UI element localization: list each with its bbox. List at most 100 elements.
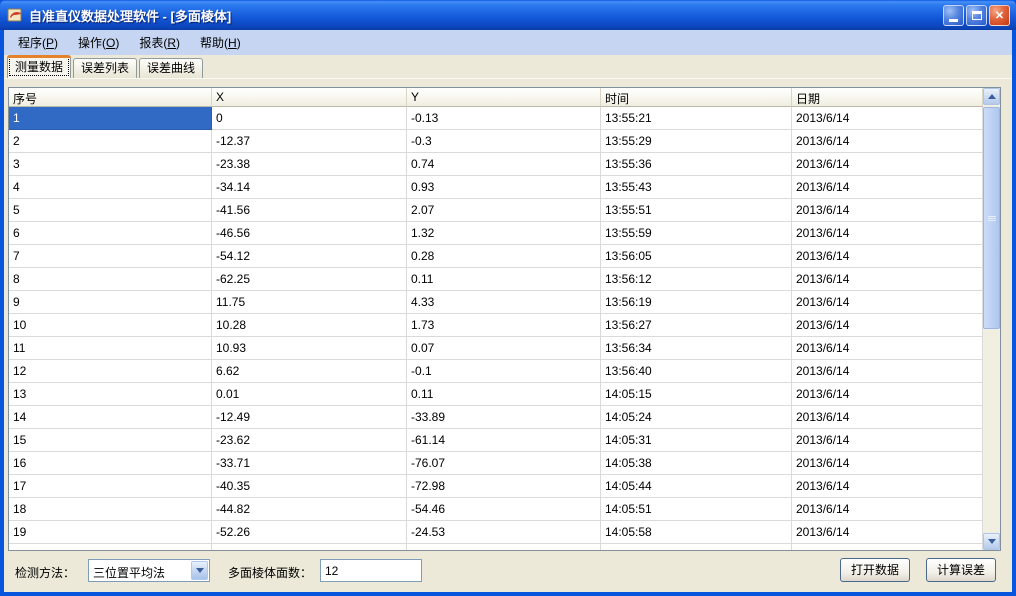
table-cell[interactable]: 14:05:44 [601, 475, 792, 498]
table-cell[interactable]: 14:05:15 [601, 383, 792, 406]
table-row[interactable]: 130.010.1114:05:152013/6/14 [9, 383, 983, 406]
table-cell[interactable]: 2.07 [407, 199, 601, 222]
column-header-0[interactable]: 序号 [9, 88, 212, 107]
table-cell[interactable]: 14:05:38 [601, 452, 792, 475]
minimize-button[interactable] [943, 5, 964, 26]
table-cell[interactable]: 16 [9, 452, 212, 475]
table-cell[interactable]: 13:55:59 [601, 222, 792, 245]
table-cell[interactable]: 0.74 [407, 153, 601, 176]
table-row[interactable]: 19-52.26-24.5314:05:582013/6/14 [9, 521, 983, 544]
table-cell[interactable]: -52.26 [212, 521, 407, 544]
table-cell[interactable]: 14:05:24 [601, 406, 792, 429]
tab-error-curve[interactable]: 误差曲线 [139, 58, 203, 78]
tab-measure-data[interactable]: 测量数据 [7, 55, 71, 78]
table-cell[interactable]: 5 [9, 199, 212, 222]
table-cell[interactable]: 2013/6/14 [792, 475, 983, 498]
menu-item-program[interactable]: 程序(P) [8, 30, 68, 55]
table-cell[interactable]: -12.49 [212, 406, 407, 429]
table-row[interactable]: 4-34.140.9313:55:432013/6/14 [9, 176, 983, 199]
close-button[interactable]: ✕ [989, 5, 1010, 26]
table-cell[interactable]: -61.14 [407, 429, 601, 452]
table-cell[interactable]: 10 [9, 314, 212, 337]
table-cell[interactable]: 8 [9, 268, 212, 291]
faces-count-input[interactable] [320, 559, 422, 582]
table-cell[interactable]: 14:05:31 [601, 429, 792, 452]
table-cell[interactable]: 4.33 [407, 291, 601, 314]
table-row[interactable]: 5-41.562.0713:55:512013/6/14 [9, 199, 983, 222]
table-cell[interactable]: 0.46 [407, 544, 601, 550]
table-cell[interactable]: 13:55:36 [601, 153, 792, 176]
table-row[interactable]: 17-40.35-72.9814:05:442013/6/14 [9, 475, 983, 498]
table-cell[interactable]: 9 [9, 291, 212, 314]
table-cell[interactable]: 2013/6/14 [792, 429, 983, 452]
table-cell[interactable]: 13:56:12 [601, 268, 792, 291]
table-cell[interactable]: 14 [9, 406, 212, 429]
scrollbar-thumb[interactable] [983, 107, 1000, 329]
table-cell[interactable]: 0 [212, 107, 407, 130]
table-cell[interactable]: -0.1 [407, 360, 601, 383]
table-cell[interactable]: -72.98 [407, 475, 601, 498]
table-cell[interactable]: 11.75 [212, 291, 407, 314]
table-cell[interactable]: -34.14 [212, 176, 407, 199]
table-cell[interactable]: 1 [9, 107, 212, 130]
table-cell[interactable]: 2013/6/14 [792, 268, 983, 291]
table-cell[interactable]: 0.11 [407, 268, 601, 291]
combobox-dropdown-button[interactable] [191, 561, 208, 580]
table-cell[interactable]: 2013/6/14 [792, 222, 983, 245]
table-cell[interactable]: -76.07 [407, 452, 601, 475]
table-cell[interactable]: 2013/6/14 [792, 107, 983, 130]
table-cell[interactable]: 2 [9, 130, 212, 153]
menu-item-report[interactable]: 报表(R) [129, 30, 190, 55]
table-cell[interactable]: 1.32 [407, 222, 601, 245]
table-cell[interactable]: 10.93 [212, 337, 407, 360]
table-cell[interactable]: -44.82 [212, 498, 407, 521]
column-header-2[interactable]: Y [407, 88, 601, 107]
table-cell[interactable]: 2013/6/14 [792, 130, 983, 153]
table-cell[interactable]: 2013/6/14 [792, 176, 983, 199]
table-cell[interactable]: 0.93 [407, 176, 601, 199]
table-cell[interactable]: -23.62 [212, 429, 407, 452]
column-header-1[interactable]: X [212, 88, 407, 107]
scroll-up-button[interactable] [983, 88, 1000, 105]
table-cell[interactable]: 13:56:05 [601, 245, 792, 268]
table-cell[interactable]: 2013/6/14 [792, 498, 983, 521]
table-cell[interactable]: 13:55:51 [601, 199, 792, 222]
table-cell[interactable]: 6.62 [212, 360, 407, 383]
table-cell[interactable]: 15 [9, 429, 212, 452]
table-cell[interactable]: 0.07 [407, 337, 601, 360]
tab-error-list[interactable]: 误差列表 [73, 58, 137, 78]
table-cell[interactable]: 13:56:27 [601, 314, 792, 337]
table-cell[interactable]: 0.11 [407, 383, 601, 406]
table-cell[interactable]: 0.01 [212, 383, 407, 406]
table-cell[interactable]: -0.3 [407, 130, 601, 153]
table-cell[interactable]: 2013/6/14 [792, 360, 983, 383]
table-cell[interactable]: 2013/6/14 [792, 544, 983, 550]
table-row[interactable]: 1110.930.0713:56:342013/6/14 [9, 337, 983, 360]
table-cell[interactable]: -12.37 [212, 130, 407, 153]
table-cell[interactable]: -40.35 [212, 475, 407, 498]
table-cell[interactable]: 2013/6/14 [792, 383, 983, 406]
calc-error-button[interactable]: 计算误差 [926, 558, 996, 582]
table-cell[interactable]: 14:05:58 [601, 521, 792, 544]
table-row[interactable]: 8-62.250.1113:56:122013/6/14 [9, 268, 983, 291]
table-row[interactable]: 18-44.82-54.4614:05:512013/6/14 [9, 498, 983, 521]
table-cell[interactable]: 13:55:43 [601, 176, 792, 199]
table-cell[interactable]: 7 [9, 245, 212, 268]
table-row[interactable]: 14-12.49-33.8914:05:242013/6/14 [9, 406, 983, 429]
table-cell[interactable]: 13 [9, 383, 212, 406]
table-cell[interactable]: 12 [9, 360, 212, 383]
method-combobox[interactable]: 三位置平均法 [88, 559, 210, 582]
table-cell[interactable]: 13:56:40 [601, 360, 792, 383]
table-cell[interactable]: 0.28 [407, 245, 601, 268]
table-cell[interactable]: -61.73 [212, 544, 407, 550]
table-row[interactable]: 2-12.37-0.313:55:292013/6/14 [9, 130, 983, 153]
table-row[interactable]: 126.62-0.113:56:402013/6/14 [9, 360, 983, 383]
table-cell[interactable]: 19 [9, 521, 212, 544]
table-cell[interactable]: 2013/6/14 [792, 314, 983, 337]
table-row[interactable]: 6-46.561.3213:55:592013/6/14 [9, 222, 983, 245]
table-cell[interactable]: 13:56:34 [601, 337, 792, 360]
table-cell[interactable]: -46.56 [212, 222, 407, 245]
table-cell[interactable]: 20 [9, 544, 212, 550]
table-row[interactable]: 3-23.380.7413:55:362013/6/14 [9, 153, 983, 176]
menu-item-help[interactable]: 帮助(H) [190, 30, 251, 55]
